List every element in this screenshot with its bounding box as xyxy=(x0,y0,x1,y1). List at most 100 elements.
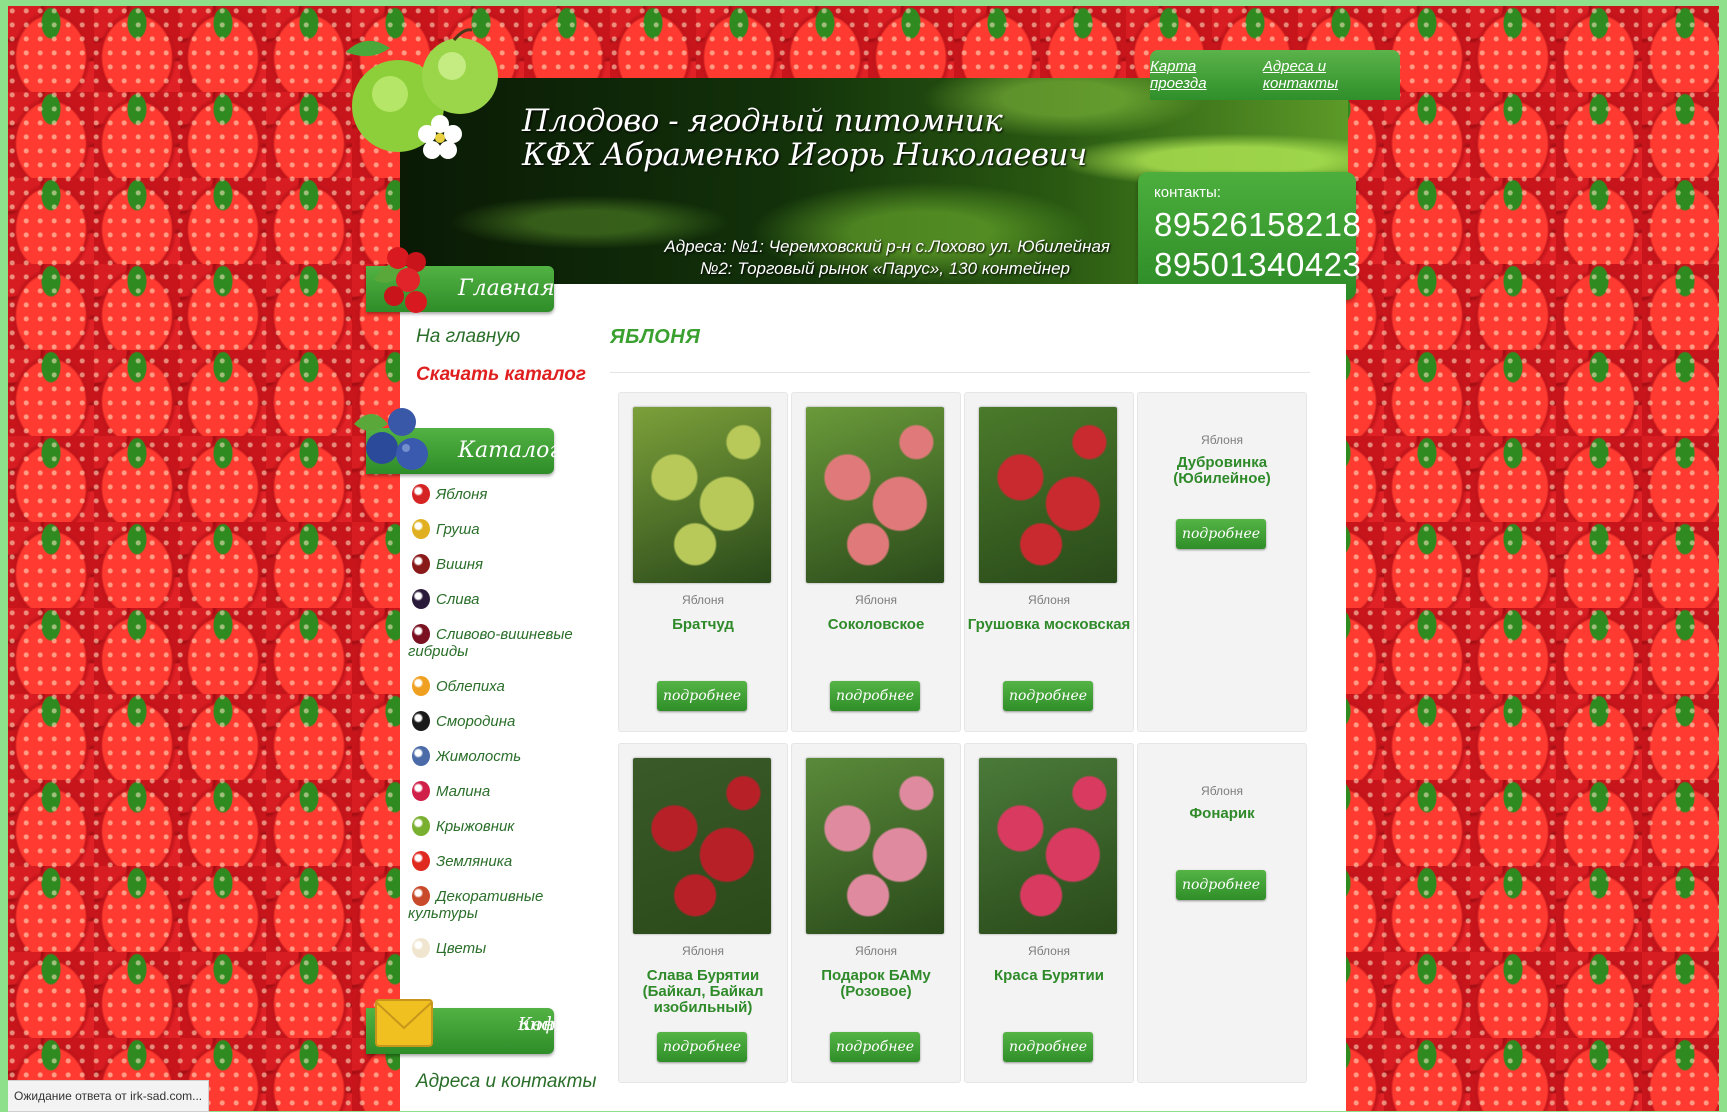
product-name[interactable]: Подарок БАМу (Розовое) xyxy=(794,968,958,1000)
catalog-item-12[interactable]: Цветы xyxy=(408,938,578,958)
sea-buckthorn-icon xyxy=(412,676,430,696)
phone-2[interactable]: 89501340423 xyxy=(1154,246,1361,284)
gooseberry-icon xyxy=(412,816,430,836)
flower-icon xyxy=(412,938,430,958)
catalog-item-9[interactable]: Крыжовник xyxy=(408,816,578,836)
catalog-item-label: Цветы xyxy=(436,940,487,957)
apple-icon xyxy=(412,484,430,504)
details-button[interactable]: подробнее xyxy=(1176,519,1266,549)
cherry-icon xyxy=(412,554,430,574)
catalog-item-6[interactable]: Смородина xyxy=(408,711,578,731)
blueberries-icon xyxy=(354,408,428,470)
product-name[interactable]: Дубровинка (Юбилейное) xyxy=(1140,455,1304,487)
raspberry-icon xyxy=(412,781,430,801)
catalog-item-1[interactable]: Груша xyxy=(408,519,578,539)
catalog-item-2[interactable]: Вишня xyxy=(408,554,578,574)
details-button[interactable]: подробнее xyxy=(657,681,747,711)
address-line2: №2: Торговый рынок «Парус», 130 контейне… xyxy=(699,259,1070,278)
product-name[interactable]: Соколовское xyxy=(794,617,958,633)
green-apples-logo xyxy=(346,28,498,159)
product-card: Яблоня Братчуд подробнее xyxy=(618,392,788,732)
catalog-item-4[interactable]: Сливово-вишневые гибриды xyxy=(408,624,578,660)
phone-1[interactable]: 89526158218 xyxy=(1154,206,1361,244)
catalog-item-10[interactable]: Земляника xyxy=(408,851,578,871)
sidebar-link-addresses[interactable]: Адреса и контакты xyxy=(416,1071,596,1093)
site-title: Плодово - ягодный питомник КФХ Абраменко… xyxy=(522,104,1087,172)
catalog-item-label: Яблоня xyxy=(436,486,488,503)
strawberry-icon xyxy=(412,851,430,871)
rowan-berries-icon xyxy=(374,247,427,313)
product-category: Яблоня xyxy=(1028,593,1070,607)
product-category: Яблоня xyxy=(855,593,897,607)
catalog-item-label: Жимолость xyxy=(436,748,522,765)
catalog-item-label: Декоративные культуры xyxy=(408,888,544,922)
details-button[interactable]: подробнее xyxy=(657,1032,747,1062)
product-name[interactable]: Братчуд xyxy=(621,617,785,633)
sidebar-link-download-catalog[interactable]: Скачать каталог xyxy=(416,364,586,386)
top-links-bar: Карта проезда Адреса и контакты xyxy=(1150,50,1400,100)
product-name[interactable]: Краса Бурятии xyxy=(967,968,1131,984)
sidebar-heading-main-label: Главная xyxy=(458,276,555,301)
details-button[interactable]: подробнее xyxy=(830,681,920,711)
product-image[interactable] xyxy=(979,758,1117,934)
product-image[interactable] xyxy=(806,407,944,583)
contacts-link[interactable]: Адреса и контакты xyxy=(1263,58,1400,92)
product-name[interactable]: Слава Бурятии (Байкал, Байкал изобильный… xyxy=(621,968,785,1016)
product-name[interactable]: Грушовка московская xyxy=(967,617,1131,633)
site-title-line2: КФХ Абраменко Игорь Николаевич xyxy=(522,137,1087,173)
product-category: Яблоня xyxy=(1028,944,1070,958)
product-image[interactable] xyxy=(633,407,771,583)
map-link[interactable]: Карта проезда xyxy=(1150,58,1253,92)
product-card: Яблоня Слава Бурятии (Байкал, Байкал изоб… xyxy=(618,743,788,1083)
sidebar-link-home[interactable]: На главную xyxy=(416,326,520,348)
catalog-item-label: Груша xyxy=(436,521,480,538)
catalog-item-label: Вишня xyxy=(436,556,484,573)
product-card: Яблоня Соколовское подробнее xyxy=(791,392,961,732)
catalog-item-label: Слива xyxy=(436,591,480,608)
catalog-item-label: Крыжовник xyxy=(436,818,515,835)
currant-icon xyxy=(412,711,430,731)
product-name[interactable]: Фонарик xyxy=(1140,806,1304,822)
catalog-item-0[interactable]: Яблоня xyxy=(408,484,578,504)
sidebar-heading-catalog-label: Каталог xyxy=(458,438,561,463)
catalog-item-8[interactable]: Малина xyxy=(408,781,578,801)
catalog-item-label: Смородина xyxy=(436,713,516,730)
catalog-item-11[interactable]: Декоративные культуры xyxy=(408,886,578,922)
plum-cherry-icon xyxy=(412,624,430,644)
title-divider xyxy=(610,372,1310,373)
catalog-item-5[interactable]: Облепиха xyxy=(408,676,578,696)
catalog-item-label: Сливово-вишневые гибриды xyxy=(408,626,573,660)
catalog-item-label: Облепиха xyxy=(436,678,505,695)
catalog-list: Яблоня Груша Вишня Слива Сливово-вишневые ги… xyxy=(408,484,578,975)
address-line1: Адреса: №1: Черемховский р-н с.Лохово ул… xyxy=(664,237,1110,256)
plum-icon xyxy=(412,589,430,609)
browser-status-bar: Ожидание ответа от irk-sad.com... xyxy=(8,1080,209,1112)
product-image[interactable] xyxy=(633,758,771,934)
catalog-item-3[interactable]: Слива xyxy=(408,589,578,609)
product-image[interactable] xyxy=(806,758,944,934)
catalog-item-label: Малина xyxy=(436,783,491,800)
address-block: Адреса: №1: Черемховский р-н с.Лохово ул… xyxy=(560,236,1110,280)
decorative-icon xyxy=(412,886,430,906)
product-card: Яблоня Краса Бурятии подробнее xyxy=(964,743,1134,1083)
details-button[interactable]: подробнее xyxy=(830,1032,920,1062)
site-title-line1: Плодово - ягодный питомник xyxy=(522,103,1003,139)
product-category: Яблоня xyxy=(682,593,724,607)
product-card: Яблоня Грушовка московская подробнее xyxy=(964,392,1134,732)
details-button[interactable]: подробнее xyxy=(1176,870,1266,900)
catalog-item-label: Земляника xyxy=(436,853,513,870)
envelope-icon xyxy=(375,999,433,1047)
details-button[interactable]: подробнее xyxy=(1003,681,1093,711)
product-category: Яблоня xyxy=(682,944,724,958)
product-image[interactable] xyxy=(979,407,1117,583)
product-category: Яблоня xyxy=(1201,784,1243,798)
product-card: Яблоня Дубровинка (Юбилейное) подробнее xyxy=(1137,392,1307,732)
page-title: ЯБЛОНЯ xyxy=(610,326,701,348)
product-card: Яблоня Подарок БАМу (Розовое) подробнее xyxy=(791,743,961,1083)
details-button[interactable]: подробнее xyxy=(1003,1032,1093,1062)
catalog-item-7[interactable]: Жимолость xyxy=(408,746,578,766)
product-card: Яблоня Фонарик подробнее xyxy=(1137,743,1307,1083)
contacts-label: контакты: xyxy=(1154,184,1221,201)
product-category: Яблоня xyxy=(1201,433,1243,447)
pear-icon xyxy=(412,519,430,539)
